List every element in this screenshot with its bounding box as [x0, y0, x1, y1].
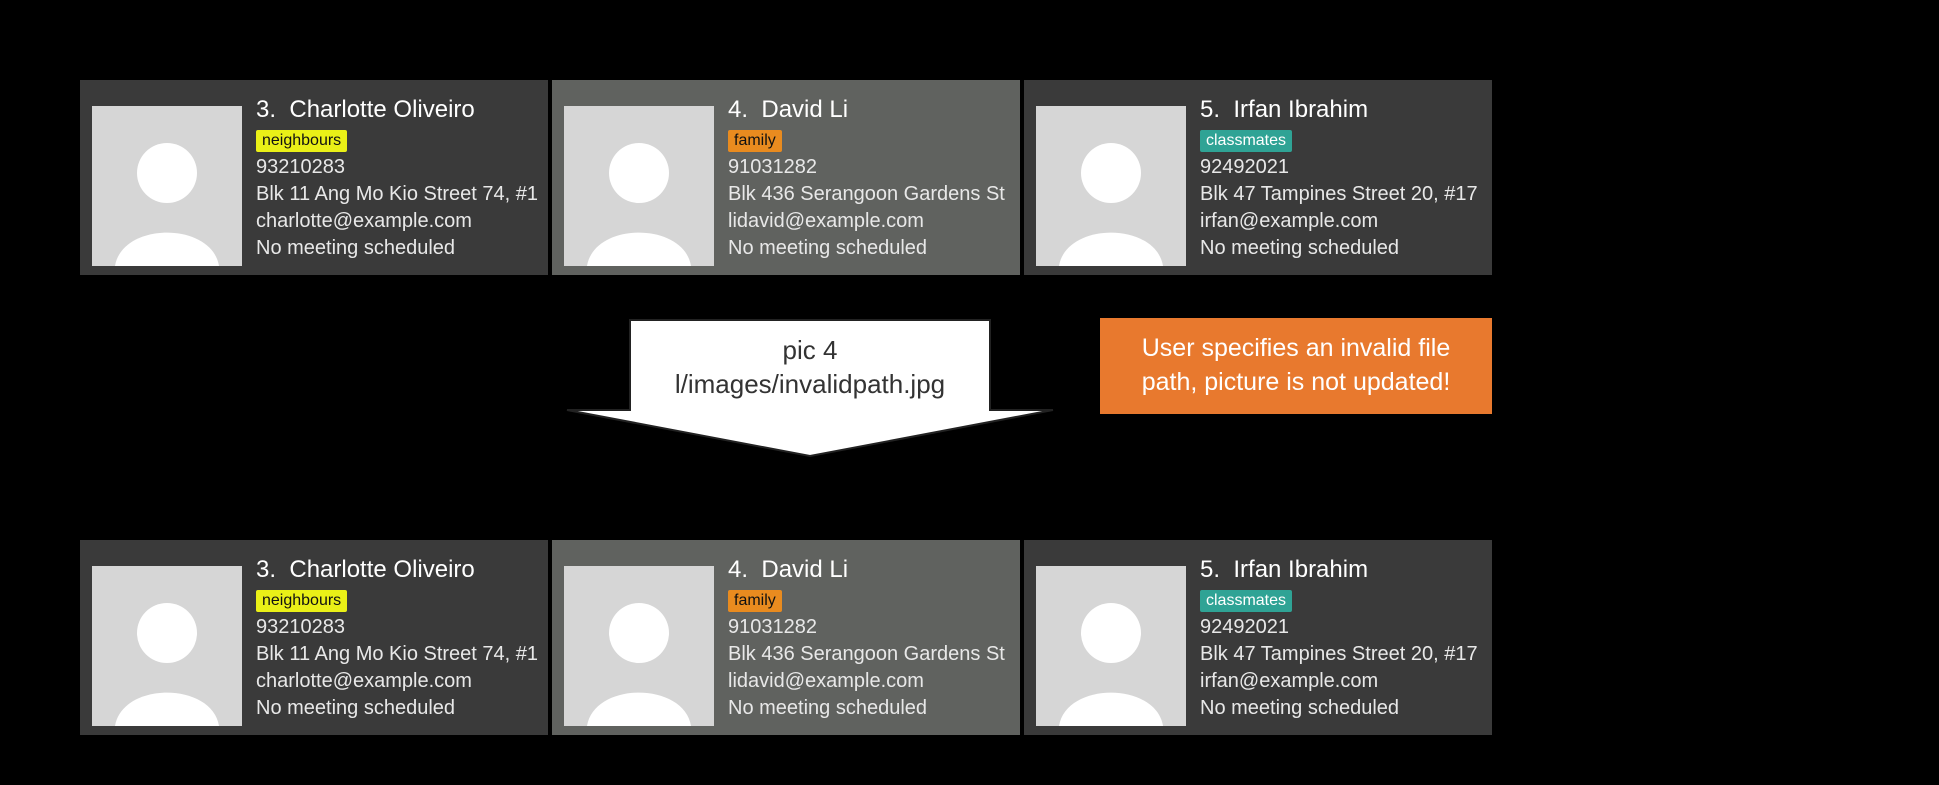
contact-card[interactable]: 3. Charlotte Oliveiro neighbours 9321028… [80, 80, 548, 275]
contact-meeting: No meeting scheduled [728, 235, 1005, 262]
contact-meeting: No meeting scheduled [256, 695, 538, 722]
contact-tag: neighbours [256, 130, 347, 152]
contact-tag: classmates [1200, 590, 1292, 612]
contact-name: Charlotte Oliveiro [289, 556, 474, 583]
contact-email: charlotte@example.com [256, 668, 538, 695]
person-icon [92, 582, 242, 726]
contact-index: 4. [728, 556, 748, 583]
contact-index: 4. [728, 96, 748, 123]
contact-details: 4. David Li family 91031282 Blk 436 Sera… [728, 90, 1005, 265]
annotation-text: User specifies an invalid file path, pic… [1114, 332, 1478, 400]
contact-details: 5. Irfan Ibrahim classmates 92492021 Blk… [1200, 550, 1478, 725]
command-arrow: pic 4 l/images/invalidpath.jpg [565, 318, 1055, 458]
contact-phone: 93210283 [256, 154, 538, 181]
contact-row-after: 3. Charlotte Oliveiro neighbours 9321028… [80, 540, 1492, 735]
contact-phone: 91031282 [728, 154, 1005, 181]
contact-phone: 93210283 [256, 614, 538, 641]
contact-details: 3. Charlotte Oliveiro neighbours 9321028… [256, 90, 538, 265]
annotation-callout: User specifies an invalid file path, pic… [1100, 318, 1492, 414]
avatar [92, 106, 242, 266]
contact-tag: classmates [1200, 130, 1292, 152]
contact-name: David Li [761, 96, 848, 123]
contact-row-before: 3. Charlotte Oliveiro neighbours 9321028… [80, 80, 1492, 275]
contact-address: Blk 436 Serangoon Gardens St [728, 641, 1005, 668]
contact-name: Irfan Ibrahim [1233, 96, 1368, 123]
contact-index: 5. [1200, 556, 1220, 583]
contact-index: 3. [256, 556, 276, 583]
contact-address: Blk 436 Serangoon Gardens St [728, 181, 1005, 208]
contact-card[interactable]: 5. Irfan Ibrahim classmates 92492021 Blk… [1024, 80, 1492, 275]
person-icon [92, 122, 242, 266]
contact-meeting: No meeting scheduled [256, 235, 538, 262]
contact-card[interactable]: 3. Charlotte Oliveiro neighbours 9321028… [80, 540, 548, 735]
avatar [564, 566, 714, 726]
contact-phone: 92492021 [1200, 614, 1478, 641]
contact-details: 4. David Li family 91031282 Blk 436 Sera… [728, 550, 1005, 725]
contact-index: 3. [256, 96, 276, 123]
person-icon [564, 122, 714, 266]
avatar [1036, 106, 1186, 266]
person-icon [1036, 582, 1186, 726]
contact-email: irfan@example.com [1200, 208, 1478, 235]
contact-address: Blk 11 Ang Mo Kio Street 74, #1 [256, 641, 538, 668]
contact-phone: 92492021 [1200, 154, 1478, 181]
contact-tag: family [728, 590, 782, 612]
contact-tag: neighbours [256, 590, 347, 612]
contact-tag: family [728, 130, 782, 152]
avatar [564, 106, 714, 266]
contact-details: 3. Charlotte Oliveiro neighbours 9321028… [256, 550, 538, 725]
contact-name: Irfan Ibrahim [1233, 556, 1368, 583]
contact-email: irfan@example.com [1200, 668, 1478, 695]
contact-phone: 91031282 [728, 614, 1005, 641]
contact-email: lidavid@example.com [728, 668, 1005, 695]
contact-name: David Li [761, 556, 848, 583]
contact-details: 5. Irfan Ibrahim classmates 92492021 Blk… [1200, 90, 1478, 265]
contact-address: Blk 11 Ang Mo Kio Street 74, #1 [256, 181, 538, 208]
avatar [1036, 566, 1186, 726]
contact-meeting: No meeting scheduled [728, 695, 1005, 722]
command-text: pic 4 l/images/invalidpath.jpg [565, 334, 1055, 402]
contact-index: 5. [1200, 96, 1220, 123]
command-line-2: l/images/invalidpath.jpg [565, 368, 1055, 402]
contact-card-selected[interactable]: 4. David Li family 91031282 Blk 436 Sera… [552, 540, 1020, 735]
contact-address: Blk 47 Tampines Street 20, #17 [1200, 641, 1478, 668]
contact-card[interactable]: 5. Irfan Ibrahim classmates 92492021 Blk… [1024, 540, 1492, 735]
contact-address: Blk 47 Tampines Street 20, #17 [1200, 181, 1478, 208]
contact-name: Charlotte Oliveiro [289, 96, 474, 123]
contact-email: charlotte@example.com [256, 208, 538, 235]
contact-email: lidavid@example.com [728, 208, 1005, 235]
avatar [92, 566, 242, 726]
contact-meeting: No meeting scheduled [1200, 235, 1478, 262]
person-icon [564, 582, 714, 726]
contact-meeting: No meeting scheduled [1200, 695, 1478, 722]
contact-card-selected[interactable]: 4. David Li family 91031282 Blk 436 Sera… [552, 80, 1020, 275]
command-line-1: pic 4 [565, 334, 1055, 368]
person-icon [1036, 122, 1186, 266]
